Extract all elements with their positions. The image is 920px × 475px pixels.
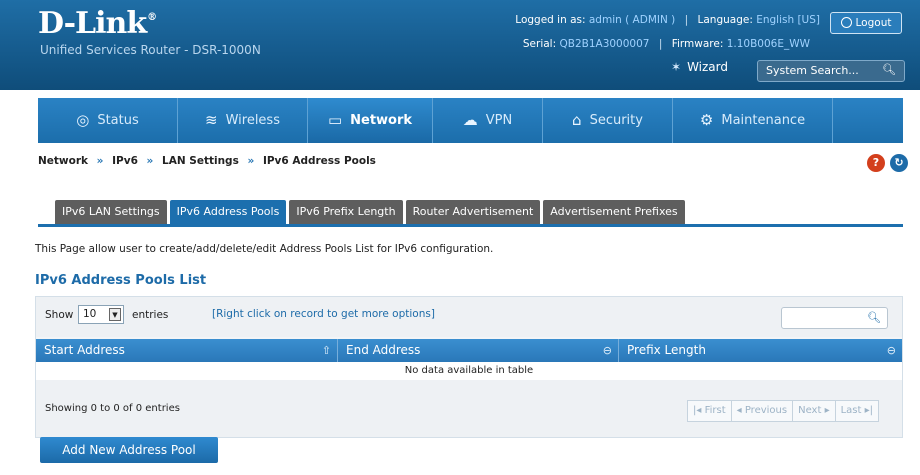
tab-underline — [38, 224, 903, 227]
page-description: This Page allow user to create/add/delet… — [35, 243, 494, 255]
vpn-icon: ☁ — [462, 111, 478, 129]
search-icon: 🔍︎ — [867, 311, 881, 324]
header-bar: D-Link® Unified Services Router - DSR-10… — [0, 0, 920, 90]
pager-first-button[interactable]: |◂ First — [688, 401, 732, 421]
system-search-input[interactable]: System Search... 🔍︎ — [757, 60, 905, 82]
maintenance-icon: ⚙ — [699, 111, 714, 129]
column-prefix-length[interactable]: Prefix Length ⊖ — [619, 339, 902, 362]
tab-router-advertisement[interactable]: Router Advertisement — [405, 200, 541, 224]
breadcrumb-ipv6[interactable]: IPv6 — [112, 155, 138, 167]
wireless-icon: ≋ — [205, 111, 218, 129]
security-icon: ⌂ — [572, 111, 582, 129]
tab-advertisement-prefixes[interactable]: Advertisement Prefixes — [543, 200, 685, 224]
firmware-label: Firmware: — [671, 38, 724, 50]
pager-previous-button[interactable]: ◂ Previous — [732, 401, 794, 421]
main-nav: ◎ Status ≋ Wireless ▭ Network ☁ VPN ⌂ Securit… — [38, 98, 903, 143]
tab-ipv6-address-pools[interactable]: IPv6 Address Pools — [169, 200, 287, 224]
breadcrumb-network[interactable]: Network — [38, 155, 88, 167]
nav-status[interactable]: ◎ Status — [38, 98, 178, 143]
list-title: IPv6 Address Pools List — [35, 273, 207, 288]
network-icon: ▭ — [327, 111, 343, 129]
show-label: Show — [45, 309, 74, 321]
nav-wireless[interactable]: ≋ Wireless — [178, 98, 308, 143]
pager-last-button[interactable]: Last ▸| — [836, 401, 878, 421]
firmware-value: 1.10B006E_WW — [726, 38, 810, 50]
wizard-icon: ✶ — [671, 60, 682, 74]
language-label: Language: — [697, 14, 753, 26]
wizard-link[interactable]: ✶ Wizard — [671, 60, 728, 74]
status-icon: ◎ — [76, 111, 90, 129]
serial-info: Serial: QB2B1A3000007 | Firmware: 1.10B0… — [522, 38, 810, 50]
serial-value: QB2B1A3000007 — [559, 38, 650, 50]
search-icon: 🔍︎ — [882, 63, 896, 76]
add-address-pool-button[interactable]: Add New Address Pool — [40, 437, 218, 463]
logged-in-label: Logged in as: — [515, 14, 586, 26]
nav-security[interactable]: ⌂ Security — [543, 98, 673, 143]
tab-ipv6-prefix-length[interactable]: IPv6 Prefix Length — [289, 200, 403, 224]
breadcrumb-current: IPv6 Address Pools — [262, 155, 376, 167]
login-info: Logged in as: admin ( ADMIN ) | Language… — [515, 14, 820, 26]
logout-button[interactable]: Logout — [830, 12, 902, 34]
nav-vpn[interactable]: ☁ VPN — [433, 98, 543, 143]
language-select[interactable]: English [US] — [756, 14, 820, 26]
entries-per-page-select[interactable]: 10 ▼ — [78, 305, 124, 324]
table-header: Start Address ⇧ End Address ⊖ Prefix Len… — [36, 339, 902, 362]
refresh-icon[interactable]: ↻ — [890, 154, 908, 172]
address-pools-table: Show 10 ▼ entries [Right click on record… — [35, 296, 903, 438]
chevron-down-icon: ▼ — [109, 308, 121, 321]
sub-tabs: IPv6 LAN Settings IPv6 Address Pools IPv… — [55, 200, 685, 224]
pagination: |◂ First ◂ Previous Next ▸ Last ▸| — [687, 400, 880, 422]
right-click-hint: [Right click on record to get more optio… — [212, 308, 435, 320]
nav-maintenance[interactable]: ⚙ Maintenance — [673, 98, 833, 143]
breadcrumb-lan-settings[interactable]: LAN Settings — [162, 155, 239, 167]
nav-network[interactable]: ▭ Network — [308, 98, 433, 143]
help-icon[interactable]: ? — [867, 154, 885, 172]
entries-label: entries — [132, 309, 169, 321]
pager-next-button[interactable]: Next ▸ — [793, 401, 836, 421]
showing-entries: Showing 0 to 0 of 0 entries — [45, 403, 180, 414]
table-controls: Show 10 ▼ entries [Right click on record… — [36, 297, 902, 337]
breadcrumb: Network » IPv6 » LAN Settings » IPv6 Add… — [38, 155, 376, 167]
sort-asc-icon: ⇧ — [321, 344, 331, 357]
serial-label: Serial: — [522, 38, 557, 50]
sort-icon: ⊖ — [602, 344, 612, 357]
logged-in-user: admin ( ADMIN ) — [588, 14, 676, 26]
power-icon — [840, 17, 852, 28]
column-start-address[interactable]: Start Address ⇧ — [36, 339, 338, 362]
table-search-input[interactable]: 🔍︎ — [781, 307, 888, 329]
dlink-logo: D-Link® — [38, 6, 157, 41]
product-subtitle: Unified Services Router - DSR-1000N — [40, 43, 261, 57]
empty-table-message: No data available in table — [36, 362, 902, 380]
table-footer: Showing 0 to 0 of 0 entries |◂ First ◂ P… — [36, 380, 902, 437]
column-end-address[interactable]: End Address ⊖ — [338, 339, 619, 362]
tab-ipv6-lan-settings[interactable]: IPv6 LAN Settings — [55, 200, 167, 224]
sort-icon: ⊖ — [886, 344, 896, 357]
